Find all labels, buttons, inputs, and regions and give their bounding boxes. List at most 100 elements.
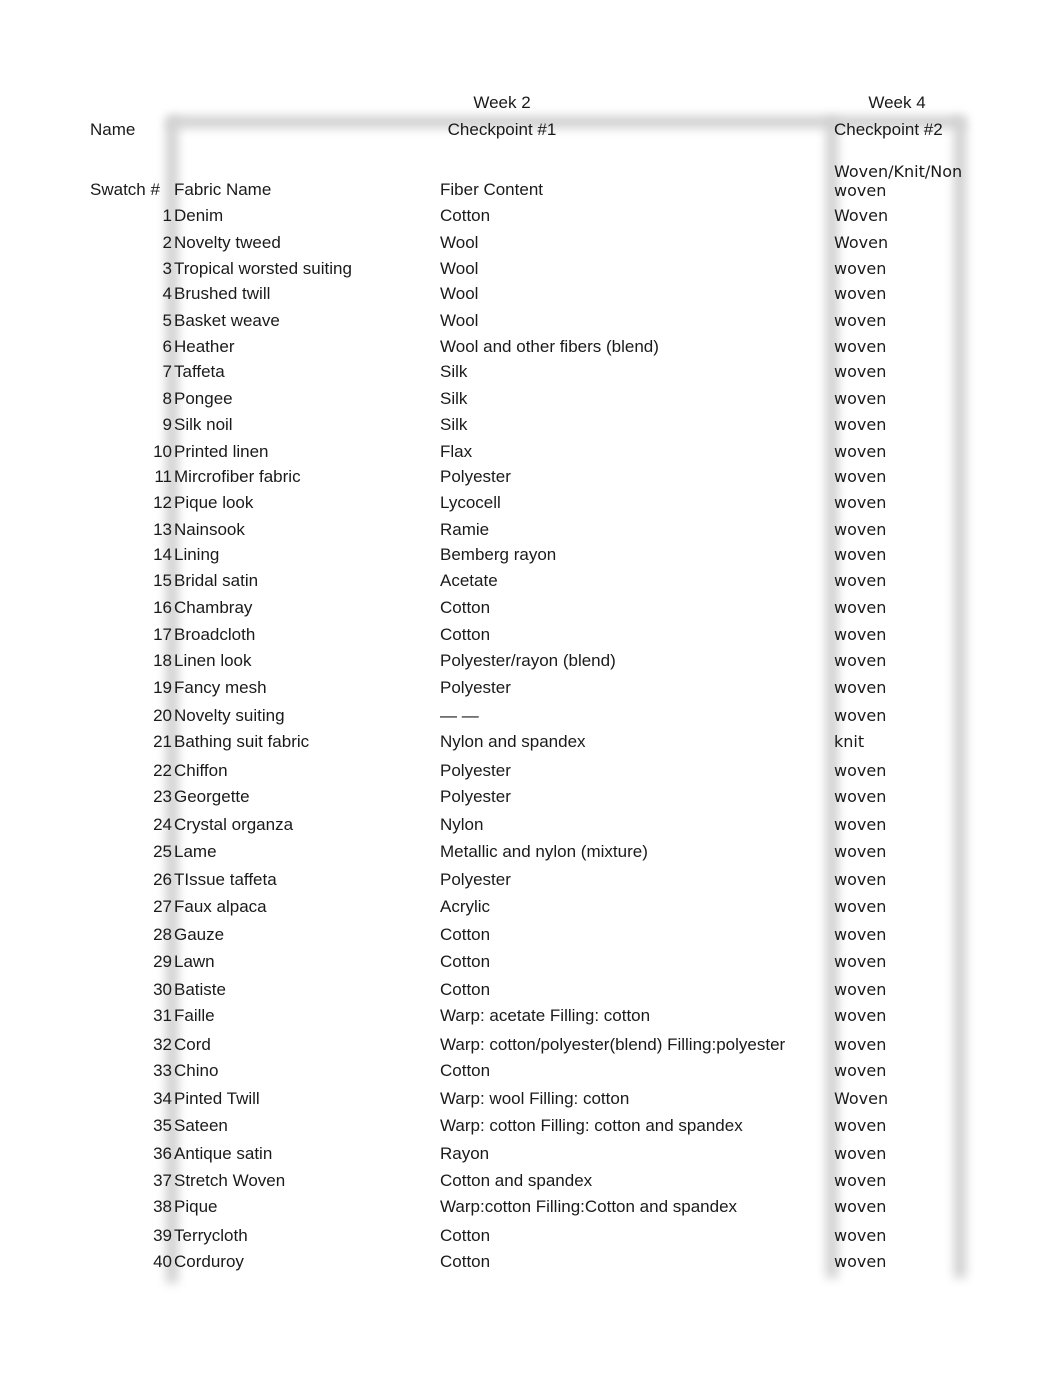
swatch-number: 6: [162, 337, 172, 356]
fiber-content: Cotton: [440, 598, 491, 617]
structure-type: woven: [834, 467, 887, 486]
swatch-number: 5: [162, 311, 172, 330]
fabric-name: Bridal satin: [174, 571, 259, 590]
fiber-content: Lycocell: [440, 493, 501, 512]
fiber-content: Cotton: [440, 206, 491, 225]
structure-type: woven: [834, 1006, 887, 1025]
fabric-name: TIssue taffeta: [174, 870, 277, 889]
swatch-number: 28: [153, 925, 172, 944]
structure-type: woven: [834, 1035, 887, 1054]
swatch-number: 30: [153, 980, 172, 999]
fiber-content: Warp: cotton/polyester(blend) Filling:po…: [440, 1035, 786, 1054]
swatch-number: 33: [153, 1061, 172, 1080]
fabric-name: Pongee: [174, 389, 233, 408]
structure-type: Woven: [834, 233, 889, 252]
structure-type: woven: [834, 625, 887, 644]
structure-type: woven: [834, 1116, 887, 1135]
fabric-name: Mircrofiber fabric: [174, 467, 301, 486]
fiber-content: Rayon: [440, 1144, 490, 1163]
swatch-number: 40: [153, 1252, 172, 1271]
fiber-content: Wool: [440, 284, 479, 303]
swatch-number: 37: [153, 1171, 172, 1190]
swatch-number: 38: [153, 1197, 172, 1216]
swatch-number: 24: [153, 815, 172, 834]
fiber-content: Cotton: [440, 925, 491, 944]
fiber-content: Silk: [440, 389, 468, 408]
structure-type: woven: [834, 678, 887, 697]
fabric-name: Sateen: [174, 1116, 228, 1135]
structure-type: woven: [834, 651, 887, 670]
structure-type: woven: [834, 284, 887, 303]
fabric-name: Chino: [174, 1061, 219, 1080]
fiber-content: Wool and other fibers (blend): [440, 337, 659, 356]
swatch-number: 18: [153, 651, 172, 670]
fabric-name: Lawn: [174, 952, 215, 971]
fabric-name: Antique satin: [174, 1144, 273, 1163]
swatch-number: 8: [162, 389, 172, 408]
structure-type: woven: [834, 415, 887, 434]
structure-type: woven: [834, 362, 887, 381]
fabric-name: Printed linen: [174, 442, 269, 461]
swatch-number: 27: [153, 897, 172, 916]
fabric-name: Faille: [174, 1006, 215, 1025]
swatch-number: 12: [153, 493, 172, 512]
structure-type: woven: [834, 545, 887, 564]
swatch-number: 36: [153, 1144, 172, 1163]
fabric-name: Basket weave: [174, 311, 280, 330]
fiber-content-column-header: Fiber Content: [440, 180, 543, 199]
swatch-number: 19: [153, 678, 172, 697]
structure-type: woven: [834, 571, 887, 590]
structure-type: woven: [834, 815, 887, 834]
swatch-number: 4: [162, 284, 172, 303]
fiber-content: Acetate: [440, 571, 498, 590]
checkpoint1-label: Checkpoint #1: [447, 120, 557, 139]
fiber-content: Bemberg rayon: [440, 545, 557, 564]
fabric-name: Faux alpaca: [174, 897, 267, 916]
swatch-number: 26: [153, 870, 172, 889]
fiber-content: Wool: [440, 233, 479, 252]
structure-type: woven: [834, 842, 887, 861]
fiber-content: Polyester/rayon (blend): [440, 651, 616, 670]
swatch-number: 20: [153, 706, 172, 725]
swatch-number: 23: [153, 787, 172, 806]
fabric-name: Linen look: [174, 651, 252, 670]
fabric-name: Brushed twill: [174, 284, 271, 303]
worksheet-page: Name Week 2 Checkpoint #1 Week 4 Checkpo…: [0, 0, 1062, 1377]
fabric-name: Stretch Woven: [174, 1171, 286, 1190]
fabric-name: Georgette: [174, 787, 250, 806]
structure-type: woven: [834, 311, 887, 330]
structure-type: woven: [834, 337, 887, 356]
swatch-column-header: Swatch #: [90, 180, 160, 199]
swatch-number: 15: [153, 571, 172, 590]
fabric-name: Pique: [174, 1197, 218, 1216]
swatch-number: 16: [153, 598, 172, 617]
fabric-name: Novelty tweed: [174, 233, 281, 252]
fiber-content: Metallic and nylon (mixture): [440, 842, 648, 861]
structure-type: knit: [834, 732, 865, 751]
swatch-number: 39: [153, 1226, 172, 1245]
checkpoint2-label: Checkpoint #2: [834, 120, 943, 139]
fiber-content: Wool: [440, 259, 479, 278]
fabric-name: Pinted Twill: [174, 1089, 260, 1108]
fabric-name: Crystal organza: [174, 815, 294, 834]
structure-type: woven: [834, 925, 887, 944]
fiber-content: Warp:cotton Filling:Cotton and spandex: [440, 1197, 738, 1216]
structure-type: woven: [834, 980, 887, 999]
fiber-content: Ramie: [440, 520, 490, 539]
fabric-name: Novelty suiting: [174, 706, 285, 725]
structure-type: woven: [834, 598, 887, 617]
fabric-name: Chiffon: [174, 761, 228, 780]
fabric-name: Fancy mesh: [174, 678, 267, 697]
swatch-number: 10: [153, 442, 172, 461]
structure-type: woven: [834, 897, 887, 916]
swatch-number: 14: [153, 545, 172, 564]
fiber-content: Silk: [440, 415, 468, 434]
fiber-content: Cotton: [440, 952, 491, 971]
structure-type: woven: [834, 1226, 887, 1245]
swatch-number: 31: [153, 1006, 172, 1025]
fiber-content: Cotton: [440, 625, 491, 644]
fabric-name: Broadcloth: [174, 625, 256, 644]
swatch-number: 7: [162, 362, 172, 381]
structure-type: woven: [834, 442, 887, 461]
structure-type: woven: [834, 761, 887, 780]
